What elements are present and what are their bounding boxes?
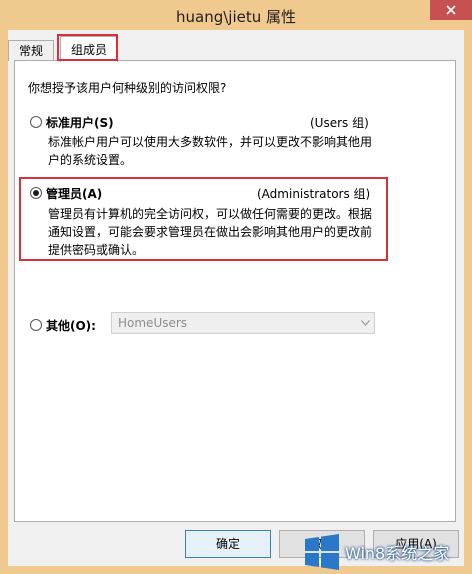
administrator-radio[interactable] [30,187,42,199]
standard-user-radio[interactable] [30,116,42,128]
tab-highlight-box [57,34,118,61]
watermark-text: Win8系统之家 [345,544,450,563]
standard-user-desc-line1: 标准帐户用户可以使用大多数软件，并可以更改不影响其他用 [48,135,373,149]
administrator-group: (Administrators 组) [257,187,371,201]
chevron-down-icon [361,320,370,326]
window-title: huang\jietu 属性 [175,8,296,26]
windows-logo-icon [305,534,339,570]
ok-button[interactable]: 确定 [185,530,271,558]
administrator-desc-line1: 管理员有计算机的完全访问权，可以做任何需要的更改。根据 [48,207,373,221]
tab-general[interactable]: 常规 [8,40,54,61]
access-level-prompt: 你想授予该用户何种级别的访问权限? [28,81,227,95]
standard-user-label[interactable]: 标准用户(S) [46,114,114,131]
other-label[interactable]: 其他(O): [46,317,96,334]
administrator-desc-line2: 通知设置，可能会要求管理员在做出会影响其他用户的更改前 [48,225,373,239]
other-radio[interactable] [30,319,42,331]
close-button[interactable] [430,0,472,20]
standard-user-desc-line2: 户的系统设置。 [48,153,133,167]
other-group-value: HomeUsers [118,316,188,330]
administrator-desc-line3: 提供密码或确认。 [48,243,145,257]
standard-user-group: (Users 组) [310,116,369,130]
administrator-label[interactable]: 管理员(A) [46,185,102,202]
other-group-combobox[interactable]: HomeUsers [111,312,375,334]
title-bar: huang\jietu 属性 [0,0,472,30]
close-icon [446,5,456,15]
